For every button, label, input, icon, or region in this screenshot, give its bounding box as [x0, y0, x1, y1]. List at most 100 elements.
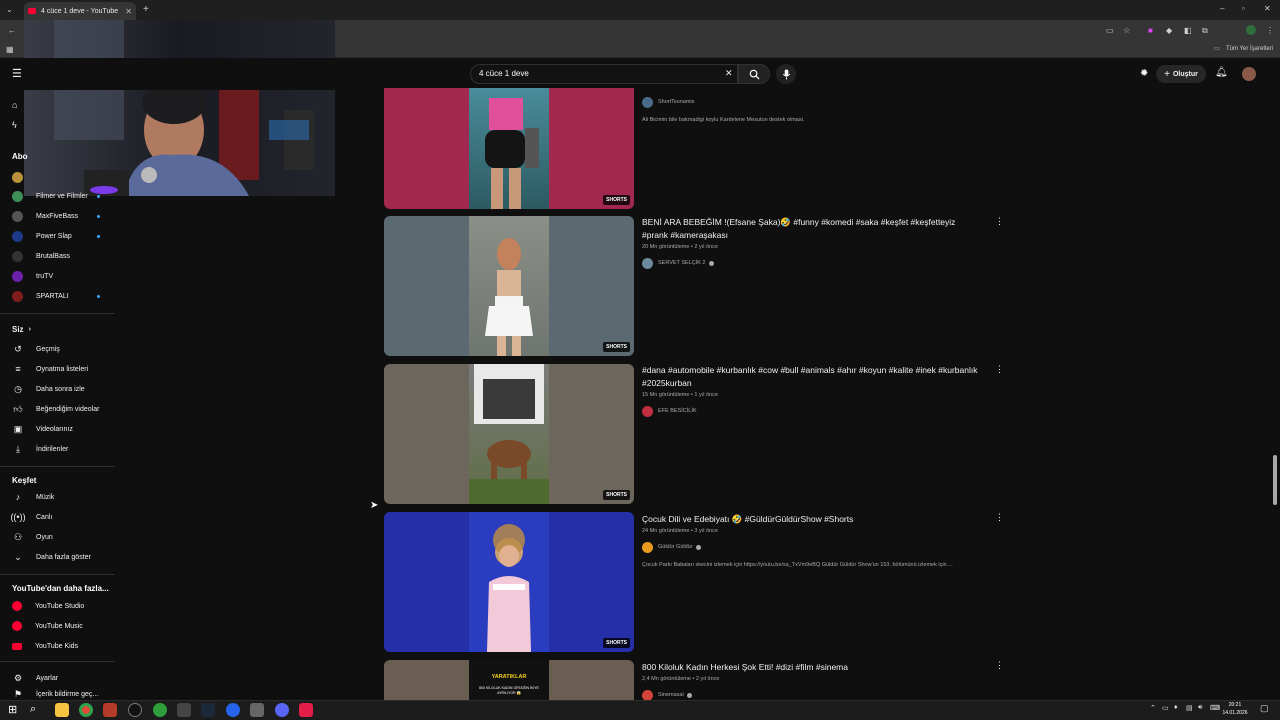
video-meta: 2,4 Mn görüntüleme • 2 yıl önce	[642, 676, 720, 682]
account-avatar[interactable]	[1242, 67, 1256, 81]
video-thumbnail[interactable]: SHORTS	[384, 216, 634, 356]
extension-icon[interactable]: ◆	[1166, 26, 1172, 35]
more-options-icon[interactable]: ⋮	[995, 660, 1004, 671]
create-button[interactable]: + Oluştur	[1156, 65, 1206, 83]
steam-icon[interactable]	[201, 703, 215, 717]
sidebar-item-live[interactable]: ((•)) Canlı	[0, 507, 118, 527]
sidebar-you-heading[interactable]: Siz ›	[0, 319, 118, 339]
sidebar-item-liked-videos[interactable]: 👍︎ Beğendiğim videolar	[0, 399, 118, 419]
video-thumbnail[interactable]: SHORTS	[384, 88, 634, 209]
hamburger-menu-icon[interactable]: ☰	[12, 67, 22, 80]
cast-icon[interactable]: ▭	[1106, 26, 1114, 35]
minimize-icon[interactable]: –	[1220, 4, 1224, 13]
more-options-icon[interactable]: ⋮	[995, 364, 1004, 375]
clear-search-icon[interactable]: ✕	[725, 68, 733, 79]
all-bookmarks-link[interactable]: Tüm Yer İşaretleri	[1226, 46, 1273, 52]
video-title[interactable]: Çocuk Dili ve Edebiyatı 🤣 #GüldürGüldürS…	[642, 513, 982, 526]
sidebar-item-history[interactable]: ↺ Geçmiş	[0, 339, 118, 359]
video-thumbnail[interactable]: SHORTS	[384, 512, 634, 652]
taskbar-app-icon[interactable]	[226, 703, 240, 717]
sidebar-item-youtube-studio[interactable]: YouTube Studio	[0, 596, 118, 616]
puzzle-icon[interactable]: ⧉	[1202, 26, 1208, 36]
windows-start-icon[interactable]: ⊞	[8, 703, 17, 716]
video-title[interactable]: #dana #automobile #kurbanlık #cow #bull …	[642, 364, 982, 390]
shorts-icon[interactable]: ϟ	[12, 120, 17, 130]
search-button[interactable]	[738, 64, 770, 84]
scrollbar-thumb[interactable]	[1273, 455, 1277, 505]
maximize-icon[interactable]: ▫	[1242, 4, 1245, 13]
search-input[interactable]: 4 cüce 1 deve ✕	[470, 64, 738, 84]
more-options-icon[interactable]: ⋮	[995, 216, 1004, 227]
star-icon[interactable]: ☆	[1123, 26, 1130, 35]
menu-dots-icon[interactable]: ⋮	[1266, 26, 1274, 35]
sidebar-item-label: Power Slap	[36, 232, 72, 240]
browser-tab[interactable]: 4 cüce 1 deve - YouTube ✕	[24, 2, 136, 20]
tray-chevron-icon[interactable]: ⌃	[1150, 704, 1156, 712]
tray-icon[interactable]: ▭	[1162, 704, 1169, 712]
more-options-icon[interactable]: ⋮	[995, 512, 1004, 523]
channel-link[interactable]: ShortTsunamis	[642, 96, 694, 108]
chrome-icon[interactable]	[79, 703, 93, 717]
video-title[interactable]: 800 Kiloluk Kadın Herkesi Şok Etti! #diz…	[642, 661, 982, 674]
volume-icon[interactable]: 🔊︎	[1198, 704, 1202, 712]
video-title[interactable]: BENİ ARA BEBEĞİM !(Efsane Şaka)🤣 #funny …	[642, 216, 982, 242]
tab-search-icon[interactable]: ⌄	[6, 5, 13, 14]
channel-link[interactable]: Güldür Güldür	[642, 541, 701, 553]
voice-search-button[interactable]	[776, 64, 796, 84]
channel-link[interactable]: EFE BESİCİLİK	[642, 405, 697, 417]
sidebar-item-subscription[interactable]: MaxFiveBass	[0, 206, 118, 226]
new-tab-button[interactable]: +	[143, 4, 149, 15]
tray-icon[interactable]: ⌨	[1210, 704, 1220, 712]
sidebar-item-subscription[interactable]: Filmer ve Filmler	[0, 186, 118, 206]
sidebar-item-youtube-kids[interactable]: YouTube Kids	[0, 636, 118, 656]
taskbar-clock[interactable]: 20:21 14.01.2026	[1220, 701, 1250, 717]
sidebar-item-music[interactable]: ♪ Müzik	[0, 487, 118, 507]
video-thumbnail[interactable]: SHORTS	[384, 364, 634, 504]
sidebar-item-downloads[interactable]: ⤓ İndirilenler	[0, 439, 118, 459]
file-explorer-icon[interactable]	[55, 703, 69, 717]
sidebar-item-subscription[interactable]: truTV	[0, 266, 118, 286]
channel-link[interactable]: SERVET SELÇİK 2	[642, 257, 714, 269]
tab-close-icon[interactable]: ✕	[125, 7, 132, 16]
sidebar-item-subscription[interactable]: BrutalBass	[0, 246, 118, 266]
discord-icon[interactable]	[275, 703, 289, 717]
network-icon[interactable]: ▤	[1186, 704, 1193, 712]
home-icon[interactable]: ⌂	[12, 100, 17, 110]
shorts-badge: SHORTS	[603, 342, 630, 352]
sidebar-item-show-more[interactable]: ⌄ Daha fazla göster	[0, 547, 118, 567]
subscriptions-heading[interactable]: Abo	[12, 152, 28, 161]
notifications-icon[interactable]: ▢	[1260, 703, 1269, 714]
video-thumbnail[interactable]: YARATIKLAR 800 KİLOLUK KADIN ORTAĞIN İKİ…	[384, 660, 634, 700]
sidebar-item-subscription[interactable]: Power Slap	[0, 226, 118, 246]
sidebar-item-your-videos[interactable]: ▣ Videolarınız	[0, 419, 118, 439]
sidebar-item-label: MaxFiveBass	[36, 212, 79, 220]
apps-icon[interactable]: ▦	[6, 45, 14, 54]
sidebar-item-settings[interactable]: ⚙ Ayarlar	[0, 668, 118, 688]
sidebar-item-playlists[interactable]: ≡ Oynatma listeleri	[0, 359, 118, 379]
xbox-icon[interactable]	[153, 703, 167, 717]
channel-avatar[interactable]	[12, 172, 23, 183]
sidebar-item-report-history[interactable]: ⚑ İçerik bildirme geç...	[0, 688, 118, 700]
profile-avatar[interactable]	[1246, 25, 1256, 35]
extension-icon[interactable]: ◧	[1184, 26, 1192, 35]
taskbar-app-icon[interactable]	[103, 703, 117, 717]
sidebar-item-gaming[interactable]: ⚇ Oyun	[0, 527, 118, 547]
taskbar-search-icon[interactable]: ⌕	[30, 703, 36, 716]
channel-avatar	[12, 290, 23, 302]
taskbar-app-icon[interactable]	[177, 703, 191, 717]
sidebar-item-watch-later[interactable]: ◷ Daha sonra izle	[0, 379, 118, 399]
page-scrollbar[interactable]	[1270, 90, 1280, 700]
taskbar-app-icon[interactable]	[299, 703, 313, 717]
extension-icon[interactable]: ■	[1148, 26, 1153, 35]
notifications-bell-icon[interactable]: 🔔︎	[1215, 67, 1228, 78]
sidebar-item-youtube-music[interactable]: YouTube Music	[0, 616, 118, 636]
create-label: Oluştur	[1172, 70, 1198, 78]
sidebar-item-label: YouTube Studio	[35, 602, 85, 610]
microphone-tray-icon[interactable]: ♦	[1174, 704, 1178, 711]
back-icon[interactable]: ←	[8, 26, 16, 35]
extension-gear-icon[interactable]: ✹	[1140, 68, 1148, 79]
taskbar-app-icon[interactable]	[250, 703, 264, 717]
obs-icon[interactable]	[128, 703, 142, 717]
window-close-icon[interactable]: ✕	[1264, 4, 1271, 13]
sidebar-item-subscription[interactable]: SPARTALI	[0, 286, 118, 306]
